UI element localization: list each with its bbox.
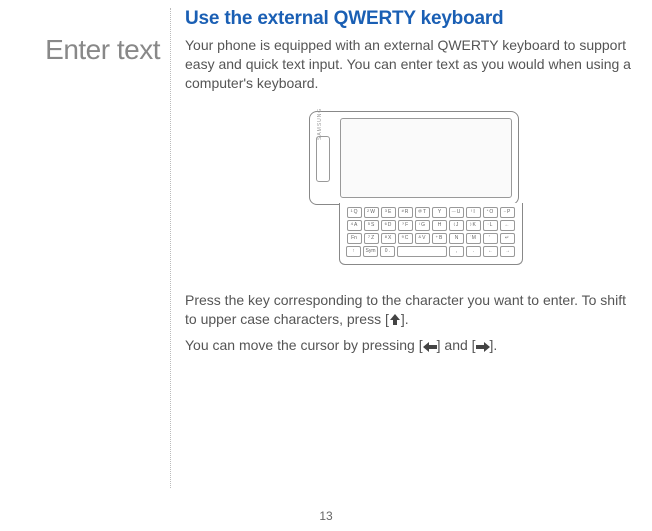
key: &V: [415, 233, 430, 244]
key: .: [466, 246, 481, 257]
heading: Use the external QWERTY keyboard: [185, 8, 632, 30]
key: 2W: [364, 207, 379, 218]
key-right: →: [500, 246, 515, 257]
vertical-divider: [170, 8, 171, 488]
key: Y: [432, 207, 447, 218]
keyboard-row-3: Fn 7Z 8X 9C &V +B N 'M " ↵: [346, 233, 516, 244]
key: 3E: [381, 207, 396, 218]
key: 9C: [398, 233, 413, 244]
key: +B: [432, 233, 447, 244]
earpiece: [316, 136, 330, 182]
key-left: ←: [483, 246, 498, 257]
key: –P: [500, 207, 515, 218]
phone-screen: [340, 118, 512, 198]
manual-page: Enter text Use the external QWERTY keybo…: [0, 0, 652, 508]
key: 0 .: [380, 246, 395, 257]
text-fragment: ].: [490, 337, 498, 353]
key: 6D: [381, 220, 396, 231]
key: N: [449, 233, 464, 244]
key: *O: [483, 207, 498, 218]
shift-up-icon: [389, 313, 401, 326]
keyboard-row-2: 4A 5S 6D ?F /G H (J )K :L ←: [346, 220, 516, 231]
key: )K: [466, 220, 481, 231]
key-backspace: ←: [500, 220, 515, 231]
key: 4A: [347, 220, 362, 231]
key-shift: ↑: [346, 246, 361, 257]
text-fragment: ].: [401, 311, 409, 327]
key: 5S: [364, 220, 379, 231]
key: @T: [415, 207, 430, 218]
key: :L: [483, 220, 498, 231]
brand-label: SAMSUNG: [317, 100, 323, 140]
key: 7Z: [364, 233, 379, 244]
key-space: [397, 246, 447, 257]
key: ?F: [398, 220, 413, 231]
shift-instruction: Press the key corresponding to the chara…: [185, 291, 632, 329]
key: 1Q: [347, 207, 362, 218]
key: ": [483, 233, 498, 244]
key-enter: ↵: [500, 233, 515, 244]
phone-device: SAMSUNG 1Q 2W 3E #R @T Y —U !I *O –P: [289, 111, 529, 271]
key: 'M: [466, 233, 481, 244]
key-fn: Fn: [347, 233, 362, 244]
device-illustration: SAMSUNG 1Q 2W 3E #R @T Y —U !I *O –P: [185, 111, 632, 271]
keyboard-row-1: 1Q 2W 3E #R @T Y —U !I *O –P: [346, 207, 516, 218]
keyboard-row-4: ↑ Sym 0 . , . ← →: [346, 246, 516, 257]
content-area: Use the external QWERTY keyboard Your ph…: [185, 8, 632, 488]
section-title: Enter text: [0, 34, 160, 66]
key: ,: [449, 246, 464, 257]
cursor-instruction: You can move the cursor by pressing [ ] a…: [185, 336, 632, 355]
key: 8X: [381, 233, 396, 244]
qwerty-keyboard: 1Q 2W 3E #R @T Y —U !I *O –P 4A 5S: [339, 203, 523, 265]
intro-paragraph: Your phone is equipped with an external …: [185, 36, 632, 93]
key: H: [432, 220, 447, 231]
page-number: 13: [319, 509, 332, 523]
text-fragment: ] and [: [437, 337, 476, 353]
arrow-right-icon: [476, 342, 490, 352]
text-fragment: You can move the cursor by pressing [: [185, 337, 423, 353]
phone-body: SAMSUNG: [309, 111, 519, 205]
arrow-left-icon: [423, 342, 437, 352]
key: (J: [449, 220, 464, 231]
key: /G: [415, 220, 430, 231]
key-sym: Sym: [363, 246, 378, 257]
key: !I: [466, 207, 481, 218]
key: #R: [398, 207, 413, 218]
sidebar: Enter text: [0, 8, 170, 488]
key: —U: [449, 207, 464, 218]
